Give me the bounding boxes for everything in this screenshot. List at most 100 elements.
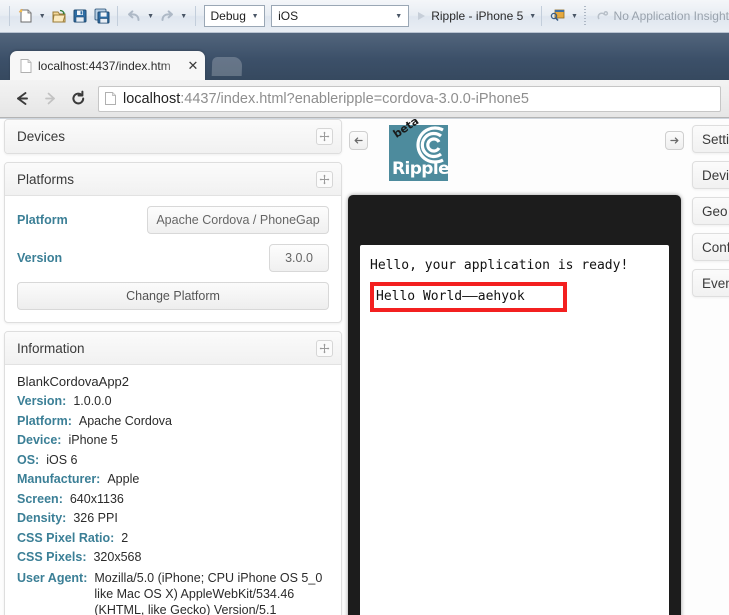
info-row-user-agent: User Agent: Mozilla/5.0 (iPhone; CPU iPh… bbox=[17, 570, 329, 615]
collapse-left-panel-button[interactable] bbox=[349, 131, 368, 150]
reload-button[interactable] bbox=[64, 85, 92, 113]
redo-icon[interactable] bbox=[156, 5, 177, 27]
ripple-logo-text: Ripple bbox=[392, 159, 450, 179]
info-row-manufacturer: Manufacturer: Apple bbox=[17, 472, 329, 487]
browser-tab[interactable]: localhost:4437/index.htm ✕ bbox=[10, 51, 205, 80]
user-agent-line: (KHTML, like Gecko) Version/5.1 bbox=[94, 602, 277, 615]
info-key: Device: bbox=[17, 433, 62, 447]
panel-events-title: Events bbox=[702, 275, 729, 291]
close-icon[interactable]: ✕ bbox=[185, 58, 201, 74]
panel-settings-header[interactable]: Settings bbox=[692, 125, 729, 153]
user-agent-line: Mozilla/5.0 (iPhone; CPU iPhone OS 5_0 bbox=[94, 570, 323, 585]
info-value: 640x1136 bbox=[69, 491, 124, 506]
move-icon[interactable] bbox=[316, 339, 333, 357]
save-icon[interactable] bbox=[70, 5, 91, 27]
panel-config-title: Config bbox=[702, 239, 729, 255]
info-value: Apache Cordova bbox=[78, 413, 172, 428]
chevron-down-icon[interactable]: ▼ bbox=[529, 13, 536, 20]
panel-devices-header[interactable]: Devices bbox=[5, 120, 341, 153]
panel-platforms: Platforms Platform Apache Cordova / Phon… bbox=[4, 162, 342, 323]
solution-configuration-value: Debug bbox=[210, 9, 246, 23]
address-bar-text: localhost:4437/index.html?enableripple=c… bbox=[123, 91, 529, 107]
undo-dropdown-caret[interactable]: ▼ bbox=[145, 5, 157, 27]
toolbar-grip[interactable] bbox=[583, 6, 590, 26]
panel-geo-location-header[interactable]: Geo Location bbox=[692, 197, 729, 225]
panel-information-body: BlankCordovaApp2 Version: 1.0.0.0 Platfo… bbox=[5, 365, 341, 615]
toolbar-divider bbox=[9, 6, 10, 26]
info-key: Density: bbox=[17, 511, 67, 525]
attach-dropdown-caret[interactable]: ▼ bbox=[569, 5, 581, 27]
platform-row: Platform Apache Cordova / PhoneGap bbox=[17, 206, 329, 234]
info-row-version: Version: 1.0.0.0 bbox=[17, 394, 329, 409]
panel-information-title: Information bbox=[17, 340, 85, 356]
info-key: OS: bbox=[17, 452, 40, 467]
device-frame: Hello, your application is ready! Hello … bbox=[348, 195, 681, 615]
chevron-down-icon[interactable]: ▼ bbox=[392, 13, 406, 20]
toolbar-divider bbox=[541, 6, 543, 26]
ide-toolbar: ▼ ▼ ▼ Debug ▼ iOS ▼ Ripple - iPhone 5 ▼ … bbox=[0, 0, 729, 33]
panel-platforms-header[interactable]: Platforms bbox=[5, 163, 341, 196]
solution-configuration-combo[interactable]: Debug ▼ bbox=[203, 5, 266, 27]
redo-dropdown-caret[interactable]: ▼ bbox=[178, 5, 190, 27]
panel-devices-header-right[interactable]: Devices bbox=[692, 161, 729, 189]
move-icon[interactable] bbox=[316, 170, 333, 188]
panel-platforms-title: Platforms bbox=[17, 171, 75, 187]
start-debugging-icon[interactable] bbox=[412, 5, 431, 27]
browser-window: localhost:4437/index.htm ✕ localhost:443… bbox=[0, 33, 729, 615]
new-project-icon[interactable] bbox=[15, 5, 36, 27]
panel-devices[interactable]: Devices bbox=[4, 119, 342, 154]
address-bar[interactable]: localhost:4437/index.html?enableripple=c… bbox=[98, 85, 721, 112]
browser-tab-title: localhost:4437/index.htm bbox=[38, 58, 171, 73]
panel-information-header[interactable]: Information bbox=[5, 332, 341, 365]
panel-config-header[interactable]: Config bbox=[692, 233, 729, 261]
user-agent-value: Mozilla/5.0 (iPhone; CPU iPhone OS 5_0 l… bbox=[94, 570, 322, 615]
undo-icon[interactable] bbox=[123, 5, 144, 27]
info-row-density: Density: 326 PPI bbox=[17, 511, 329, 526]
info-row-platform: Platform: Apache Cordova bbox=[17, 414, 329, 429]
chevron-down-icon[interactable]: ▼ bbox=[248, 13, 262, 20]
panel-settings-title: Settings bbox=[702, 131, 729, 147]
solution-platform-combo[interactable]: iOS ▼ bbox=[271, 5, 409, 27]
attach-to-process-icon[interactable] bbox=[547, 5, 568, 27]
change-platform-button[interactable]: Change Platform bbox=[17, 282, 329, 310]
info-key: Platform: bbox=[17, 413, 72, 428]
platform-select[interactable]: Apache Cordova / PhoneGap bbox=[147, 206, 329, 234]
solution-platform-value: iOS bbox=[278, 9, 299, 23]
new-tab-button[interactable] bbox=[211, 57, 243, 76]
application-insights-status: No Application Insight bbox=[613, 9, 729, 23]
collapse-right-panel-button[interactable] bbox=[665, 131, 684, 150]
info-value: Apple bbox=[107, 472, 140, 486]
panel-devices-title-right: Devices bbox=[702, 167, 729, 183]
left-panel-column: Devices Platforms Platform Apache Cordov… bbox=[4, 119, 342, 615]
run-target-button[interactable]: Ripple - iPhone 5 ▼ bbox=[431, 9, 536, 23]
open-file-icon[interactable] bbox=[48, 5, 69, 27]
url-host: localhost bbox=[123, 90, 181, 107]
browser-tab-strip: localhost:4437/index.htm ✕ bbox=[0, 33, 729, 80]
version-row: Version 3.0.0 bbox=[17, 244, 329, 272]
url-path: :4437/index.html?enableripple=cordova-3.… bbox=[180, 90, 529, 107]
forward-button[interactable] bbox=[36, 85, 64, 113]
info-row-css-pixel-ratio: CSS Pixel Ratio: 2 bbox=[17, 531, 329, 546]
new-project-dropdown-caret[interactable]: ▼ bbox=[36, 5, 48, 27]
info-value: 2 bbox=[121, 530, 129, 545]
info-row-device: Device: iPhone 5 bbox=[17, 433, 329, 448]
version-select[interactable]: 3.0.0 bbox=[269, 244, 329, 272]
info-key: CSS Pixels: bbox=[17, 550, 87, 564]
version-label: Version bbox=[17, 251, 63, 265]
panel-devices-title: Devices bbox=[17, 129, 66, 144]
hello-world-text: Hello World——aehyok bbox=[376, 289, 525, 304]
ripple-emulator-page: Devices Platforms Platform Apache Cordov… bbox=[0, 119, 729, 615]
move-icon[interactable] bbox=[316, 128, 333, 145]
right-panel-column: Settings Devices Geo Location Config Eve… bbox=[685, 119, 729, 615]
panel-events-header[interactable]: Events bbox=[692, 269, 729, 297]
info-row-screen: Screen: 640x1136 bbox=[17, 492, 329, 507]
panel-information: Information BlankCordovaApp2 Version: 1.… bbox=[4, 331, 342, 615]
device-viewport: Hello, your application is ready! Hello … bbox=[360, 245, 669, 615]
info-row-os: OS: iOS 6 bbox=[17, 453, 329, 468]
info-value: iPhone 5 bbox=[68, 433, 118, 447]
back-button[interactable] bbox=[8, 85, 36, 113]
save-all-icon[interactable] bbox=[91, 5, 112, 27]
highlight-box: Hello World——aehyok bbox=[370, 282, 567, 312]
info-key: Screen: bbox=[17, 491, 63, 506]
info-value: 1.0.0.0 bbox=[73, 394, 112, 408]
